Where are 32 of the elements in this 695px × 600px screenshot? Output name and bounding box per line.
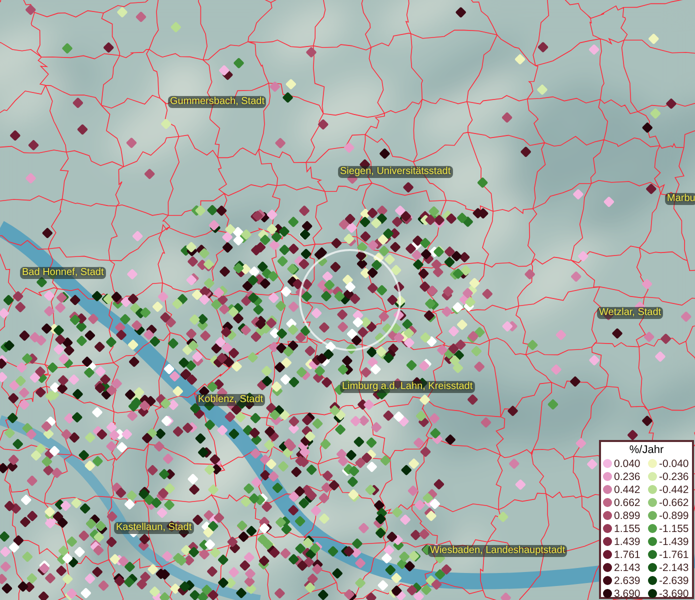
legend-value: -0.040: [659, 458, 689, 470]
legend-title: %/Jahr: [628, 443, 665, 457]
city-label: Koblenz, Stadt: [196, 394, 266, 406]
legend-value: -1.155: [659, 522, 689, 534]
legend-value: -1.761: [659, 548, 689, 560]
city-label: Wiesbaden, Landeshauptstadt: [428, 545, 568, 557]
city-label: Limburg a.d. Lahn, Kreisstadt: [340, 381, 475, 393]
legend-value: 1.439: [614, 536, 640, 548]
legend-value: 1.155: [614, 522, 640, 534]
legend-value: -2.639: [659, 574, 689, 586]
city-label: Gummersbach, Stadt: [168, 96, 266, 108]
city-label: Wetzlar, Stadt: [597, 307, 664, 319]
legend-value: -0.662: [659, 496, 689, 508]
legend-value: 0.442: [614, 484, 640, 496]
legend-value: 0.040: [614, 458, 640, 470]
legend-value: -0.236: [659, 470, 689, 482]
legend-value: -2.143: [659, 562, 689, 574]
city-label: Kastellaun, Stadt: [114, 522, 194, 534]
city-label: Bad Honnef, Stadt: [20, 267, 106, 279]
legend-value: 3.690: [614, 588, 640, 600]
city-label: Siegen, Universitätsstadt: [338, 166, 453, 178]
legend-value: 0.899: [614, 510, 640, 522]
legend-value: 2.639: [614, 574, 640, 586]
legend-value: 0.662: [614, 496, 640, 508]
legend-value: -3.690: [659, 588, 689, 600]
legend-value: -0.899: [659, 510, 689, 522]
legend-value: 0.236: [614, 470, 640, 482]
legend-value: 2.143: [614, 562, 640, 574]
city-label: Marbu: [665, 193, 695, 205]
legend-value: -1.439: [659, 536, 689, 548]
legend-value: -0.442: [659, 484, 689, 496]
legend-value: 1.761: [614, 548, 640, 560]
